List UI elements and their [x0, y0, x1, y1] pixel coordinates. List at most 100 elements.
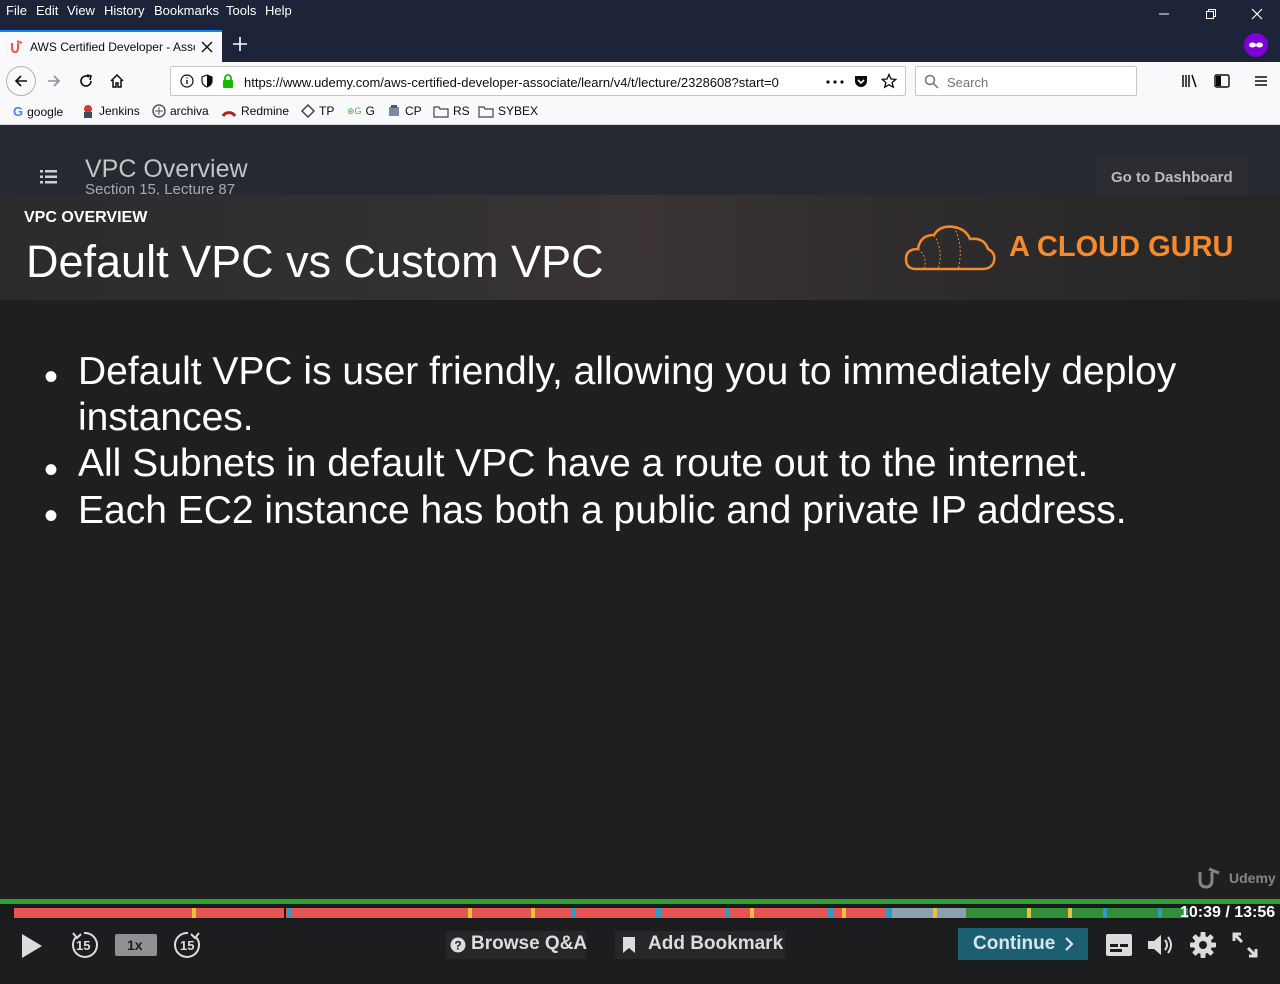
- bookmark-star-icon[interactable]: [881, 73, 897, 89]
- bookmark-label: CP: [405, 104, 422, 118]
- fullscreen-icon[interactable]: [1232, 932, 1258, 958]
- page-actions-icon[interactable]: [826, 80, 844, 84]
- menu-file[interactable]: File: [6, 3, 27, 18]
- browse-qa-label: Browse Q&A: [471, 933, 588, 954]
- tp-icon: [301, 104, 315, 118]
- back-arrow-icon: [14, 75, 27, 87]
- library-button[interactable]: [1176, 68, 1204, 94]
- bookmark-icon: [623, 937, 635, 953]
- bookmark-label: Redmine: [241, 104, 290, 118]
- bookmark-folder-sybex[interactable]: SYBEX: [478, 104, 538, 118]
- bullet-dot: •: [44, 355, 59, 399]
- play-icon[interactable]: [20, 933, 44, 959]
- bookmark-label: Jenkins: [99, 104, 140, 118]
- bookmark-google[interactable]: G google: [13, 104, 63, 119]
- bookmark-jenkins[interactable]: Jenkins: [81, 104, 140, 118]
- continue-label: Continue: [973, 933, 1056, 954]
- player-header: VPC Overview Section 15, Lecture 87 Go t…: [0, 125, 1280, 203]
- folder-icon: [433, 105, 449, 118]
- bookmark-tp[interactable]: TP: [301, 104, 334, 118]
- cp-icon: [389, 105, 399, 116]
- new-tab-icon[interactable]: [232, 36, 248, 52]
- bookmark-label: SYBEX: [498, 104, 539, 118]
- bookmark-label: RS: [453, 104, 470, 118]
- reload-icon: [80, 74, 92, 87]
- private-browsing-icon: [1244, 33, 1268, 57]
- bullet-dot: •: [44, 494, 59, 538]
- captions-icon[interactable]: [1106, 934, 1132, 956]
- video-player[interactable]: VPC Overview Section 15, Lecture 87 Go t…: [0, 125, 1280, 984]
- tab-bar: AWS Certified Developer - Associate: [0, 22, 1280, 62]
- continue-button[interactable]: Continue: [958, 928, 1088, 960]
- search-input[interactable]: Search: [915, 66, 1137, 96]
- rewind-label: 15: [76, 938, 91, 953]
- menu-bookmarks[interactable]: Bookmarks: [154, 3, 219, 18]
- reload-button[interactable]: [72, 68, 100, 94]
- info-icon[interactable]: [180, 74, 194, 88]
- bookmark-label: archiva: [170, 104, 209, 118]
- jenkins-icon: [84, 105, 92, 118]
- bookmark-folder-rs[interactable]: RS: [433, 104, 470, 118]
- search-icon: [924, 74, 939, 89]
- tab-udemy[interactable]: AWS Certified Developer - Associate: [0, 30, 222, 62]
- menu-view[interactable]: View: [67, 3, 95, 18]
- rewind-15-button[interactable]: 15: [68, 929, 100, 961]
- close-icon: [1251, 8, 1263, 20]
- progress-track[interactable]: 10:39 / 13:56: [0, 904, 1280, 921]
- tracking-shield-icon[interactable]: [200, 74, 214, 88]
- curriculum-menu-icon[interactable]: [40, 170, 58, 184]
- minimize-icon: [1159, 13, 1169, 15]
- volume-icon[interactable]: [1147, 933, 1175, 957]
- speed-label: 1x: [127, 937, 143, 953]
- bookmarks-toolbar: G google Jenkins archiva Redmine TP ⊕G G…: [0, 100, 1280, 125]
- watermark-text: Udemy: [1229, 870, 1276, 886]
- speed-button[interactable]: 1x: [115, 934, 157, 956]
- cloud-logo-icon: [904, 225, 996, 271]
- pocket-icon[interactable]: [853, 73, 869, 89]
- lecture-title: VPC Overview: [85, 155, 248, 183]
- bookmark-archiva[interactable]: archiva: [152, 104, 209, 118]
- chevron-right-icon: [1065, 937, 1074, 951]
- menu-edit[interactable]: Edit: [36, 3, 58, 18]
- redmine-icon: [221, 111, 237, 117]
- menu-tools[interactable]: Tools: [226, 3, 256, 18]
- forward-label: 15: [180, 938, 195, 953]
- bookmark-cp[interactable]: CP: [387, 104, 422, 118]
- folder-icon: [478, 105, 494, 118]
- home-icon: [110, 73, 124, 88]
- bullet-text-2: All Subnets in default VPC have a route …: [78, 442, 1089, 485]
- menu-bar: File Edit View History Bookmarks Tools H…: [0, 0, 1280, 22]
- time-display: 10:39 / 13:56: [1180, 904, 1276, 921]
- url-bar[interactable]: https://www.udemy.com/aws-certified-deve…: [170, 66, 906, 96]
- browse-qa-button[interactable]: ? Browse Q&A: [446, 931, 588, 959]
- udemy-logo-icon: [1198, 867, 1220, 889]
- add-bookmark-button[interactable]: Add Bookmark: [615, 931, 785, 959]
- menu-help[interactable]: Help: [265, 3, 292, 18]
- bullet-text-1: Default VPC is user friendly, allowing y…: [78, 350, 1177, 439]
- back-button[interactable]: [6, 66, 36, 96]
- bookmark-g[interactable]: ⊕G G: [347, 104, 375, 118]
- add-bookmark-label: Add Bookmark: [648, 933, 784, 954]
- close-tab-icon[interactable]: [201, 41, 213, 53]
- forward-15-button[interactable]: 15: [172, 929, 204, 961]
- svg-text:?: ?: [454, 939, 461, 953]
- settings-gear-icon[interactable]: [1190, 932, 1216, 958]
- hamburger-menu-button[interactable]: [1247, 68, 1275, 94]
- bookmark-redmine[interactable]: Redmine: [221, 104, 289, 118]
- search-placeholder: Search: [947, 75, 989, 90]
- forward-button[interactable]: [40, 68, 68, 94]
- library-icon: [1182, 74, 1197, 88]
- udemy-favicon-icon: [11, 40, 23, 54]
- g-favicon-icon: ⊕G: [347, 105, 362, 116]
- question-icon: ?: [450, 937, 466, 953]
- slide-section-label: VPC OVERVIEW: [24, 209, 148, 226]
- slide-banner: VPC OVERVIEW Default VPC vs Custom VPC A…: [0, 195, 1280, 300]
- google-icon: G: [13, 104, 24, 119]
- archiva-icon: [152, 104, 166, 118]
- menu-history[interactable]: History: [104, 3, 144, 18]
- sidebar-toggle-button[interactable]: [1208, 68, 1236, 94]
- home-button[interactable]: [103, 68, 131, 94]
- bullet-dot: •: [44, 448, 59, 492]
- restore-icon: [1206, 9, 1216, 19]
- sidebar-icon: [1214, 74, 1230, 88]
